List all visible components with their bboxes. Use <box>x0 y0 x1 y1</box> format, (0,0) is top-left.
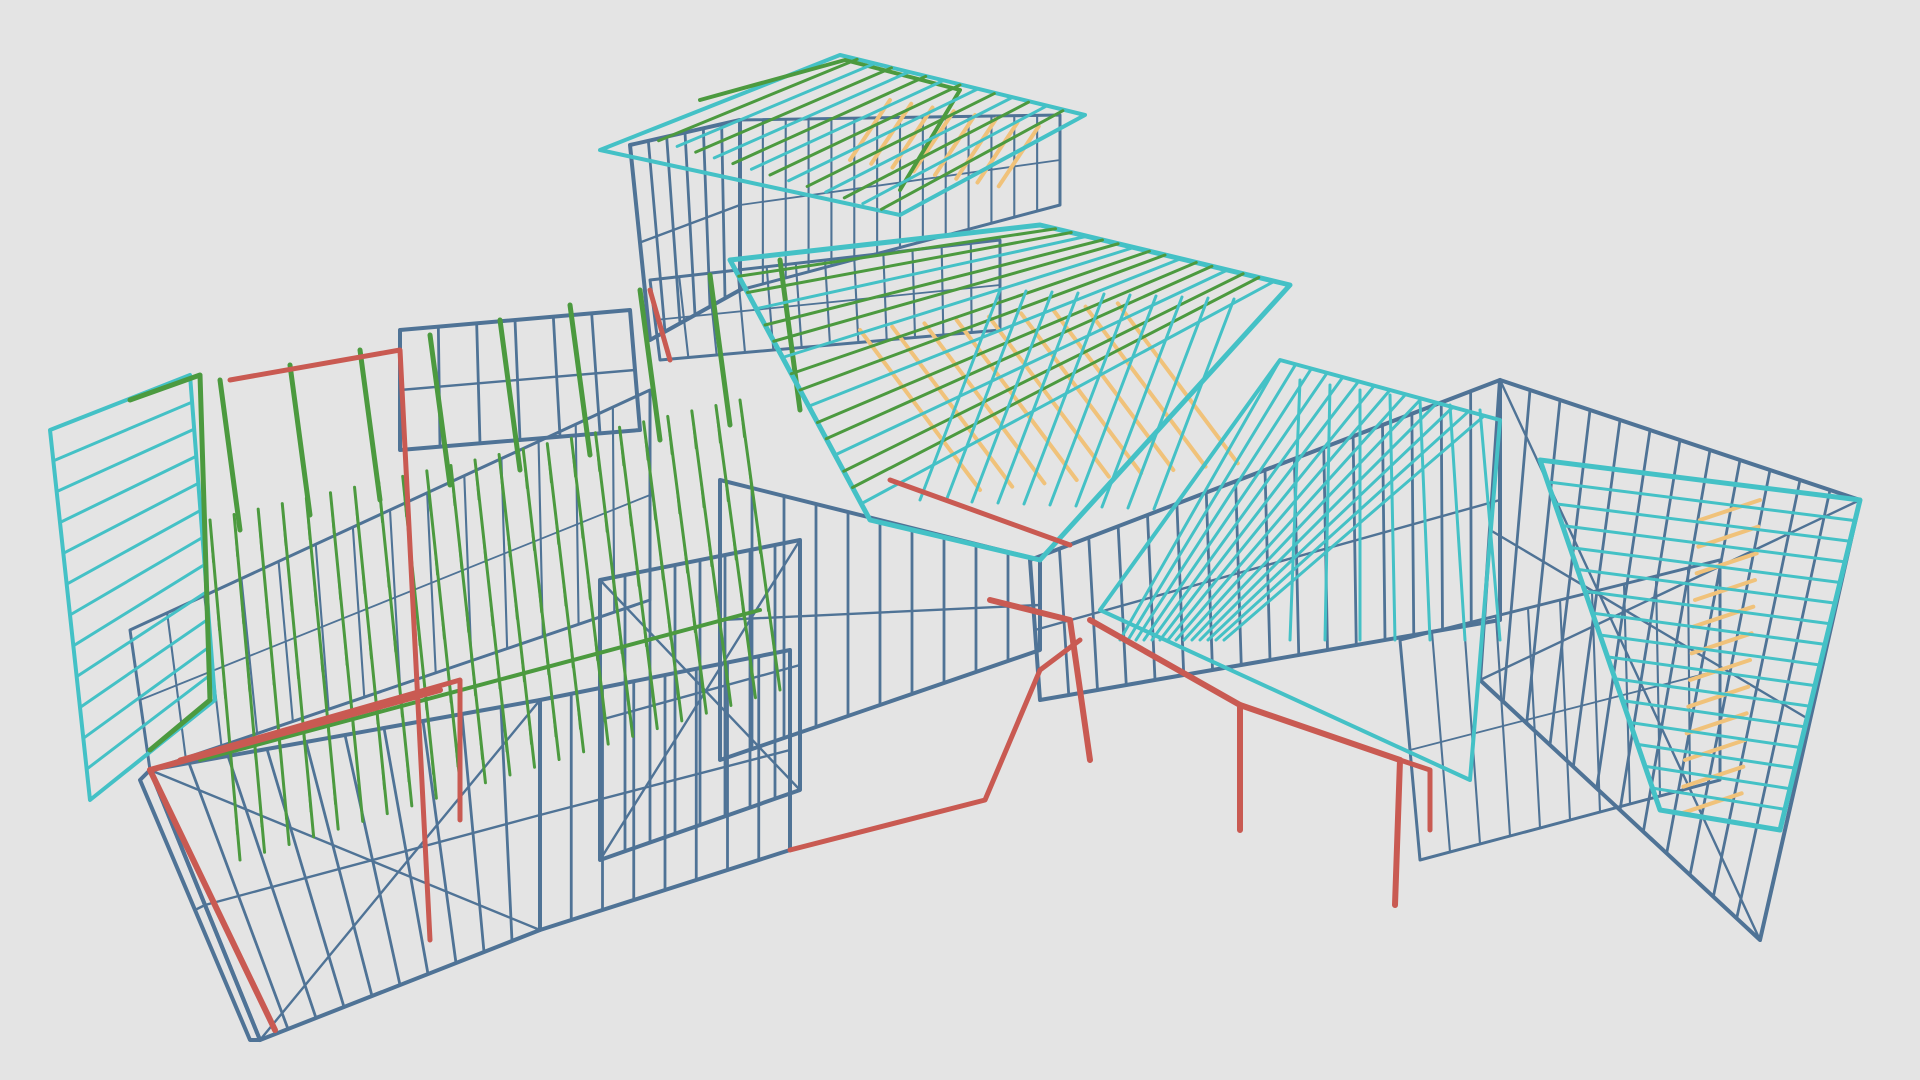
house-frame-model[interactable] <box>0 0 1920 1080</box>
3d-model-viewport[interactable] <box>0 0 1920 1080</box>
roof-trusses <box>48 53 1863 833</box>
